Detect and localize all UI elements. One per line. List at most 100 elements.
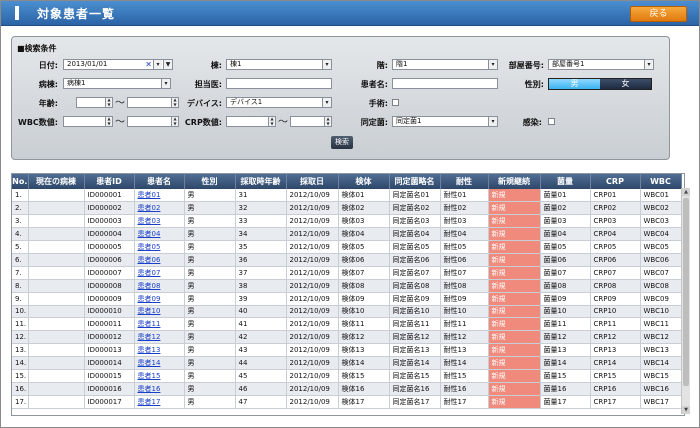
sex-female-option[interactable]: 女 (600, 79, 651, 89)
col-patient-name-cell[interactable]: 患者06 (134, 253, 185, 267)
col-crp-header: CRP (590, 174, 641, 189)
table-row[interactable]: 10. ID000010 患者10 男 40 2012/10/09 検体10 同定菌名10 耐性… (12, 305, 682, 319)
table-row[interactable]: 9. ID000009 患者09 男 39 2012/10/09 検体09 同定菌名09 耐性0… (12, 292, 682, 306)
col-patient-name-cell[interactable]: 患者01 (134, 189, 185, 203)
table-row[interactable]: 16. ID000016 患者16 男 46 2012/10/09 検体16 同定菌名16 耐性… (12, 382, 682, 396)
doctor-input[interactable] (226, 78, 332, 89)
col-bacteria-amount-cell: 菌量14 (540, 356, 591, 370)
crp-to-input[interactable]: ▲ ▼ (290, 116, 332, 127)
wbc-from-spinner-icon[interactable]: ▲ ▼ (105, 117, 112, 126)
scroll-down-icon[interactable]: ▼ (682, 406, 690, 414)
col-sex-cell: 男 (184, 330, 236, 345)
table-row[interactable]: 8. ID000008 患者08 男 38 2012/10/09 検体08 同定菌名08 耐性0… (12, 279, 682, 293)
col-patient-name-cell[interactable]: 患者13 (134, 343, 185, 358)
room-select[interactable]: 部屋番号1 ▾ (548, 59, 654, 70)
col-age-cell: 47 (235, 395, 287, 409)
table-row[interactable]: 5. ID000005 患者05 男 35 2012/10/09 検体05 同定菌名05 耐性0… (12, 240, 682, 254)
col-patient-name-cell[interactable]: 患者10 (134, 305, 185, 319)
table-row[interactable]: 6. ID000006 患者06 男 36 2012/10/09 検体06 同定菌名06 耐性0… (12, 253, 682, 267)
col-patient-name-cell[interactable]: 患者03 (134, 214, 185, 229)
col-bacteria-cell: 同定菌名01 (389, 189, 441, 203)
col-patient-name-cell[interactable]: 患者04 (134, 227, 185, 242)
col-age-header: 採取時年齢 (235, 174, 287, 189)
table-scrollbar[interactable]: ▲ ▼ (681, 188, 690, 414)
table-row[interactable]: 15. ID000015 患者15 男 45 2012/10/09 検体15 同定菌名15 耐性… (12, 369, 682, 383)
col-current-ward-cell (28, 330, 85, 345)
col-new-continued-cell: 新規 (488, 382, 541, 396)
app-window: 対象患者一覧 戻る ■検索条件 日付: 2013/01/01 ✕ ▾ ▼ 棟: … (0, 0, 700, 428)
col-patient-name-cell[interactable]: 患者09 (134, 292, 185, 306)
scrollbar-thumb[interactable] (683, 198, 689, 386)
infection-checkbox[interactable] (548, 118, 555, 125)
col-patient-id-cell: ID000008 (84, 279, 135, 293)
col-current-ward-cell (28, 253, 85, 267)
ward-select[interactable]: 棟1 ▾ (226, 59, 332, 70)
back-button[interactable]: 戻る (630, 6, 687, 22)
col-specimen-header: 検体 (338, 174, 390, 189)
col-bacteria-amount-cell: 菌量07 (540, 266, 591, 280)
table-row[interactable]: 14. ID000014 患者14 男 44 2012/10/09 検体14 同定菌名14 耐性… (12, 356, 682, 370)
date-field[interactable]: 2013/01/01 ✕ ▾ ▼ (63, 59, 173, 70)
sex-male-option[interactable]: 男 (549, 79, 600, 89)
table-header-row: No. 現在の病棟 患者ID 患者名 性別 採取時年齢 採取日 検体 同定菌略名 耐性 新規継続 菌量… (12, 174, 682, 189)
col-sex-cell: 男 (184, 369, 236, 383)
col-wbc-cell: WBC09 (640, 292, 682, 306)
age-from-input[interactable]: ▲ ▼ (76, 97, 113, 108)
ward-disease-select[interactable]: 病棟1 ▾ (63, 78, 171, 89)
col-no-cell: 15. (12, 369, 29, 383)
col-patient-name-cell[interactable]: 患者11 (134, 317, 185, 332)
col-no-cell: 10. (12, 305, 29, 319)
col-patient-name-cell[interactable]: 患者07 (134, 266, 185, 280)
calendar-dropdown-icon[interactable]: ▾ (153, 60, 162, 69)
ward-label: 棟: (210, 61, 222, 70)
col-patient-id-cell: ID000009 (84, 292, 135, 306)
col-patient-id-cell: ID000007 (84, 266, 135, 280)
col-specimen-cell: 検体09 (338, 292, 390, 306)
col-patient-name-cell[interactable]: 患者15 (134, 369, 185, 383)
col-specimen-cell: 検体01 (338, 189, 390, 203)
col-patient-name-cell[interactable]: 患者12 (134, 330, 185, 345)
col-patient-name-cell[interactable]: 患者16 (134, 382, 185, 396)
col-no-cell: 14. (12, 356, 29, 370)
device-select[interactable]: デバイス1 ▾ (226, 97, 332, 108)
table-row[interactable]: 2. ID000002 患者02 男 32 2012/10/09 検体02 同定菌名02 耐性0… (12, 201, 682, 216)
col-bacteria-cell: 同定菌名14 (389, 356, 441, 370)
search-panel: ■検索条件 日付: 2013/01/01 ✕ ▾ ▼ 棟: 棟1 ▾ 階: 階1… (11, 36, 670, 160)
col-patient-name-cell[interactable]: 患者14 (134, 356, 185, 370)
col-patient-id-cell: ID000015 (84, 369, 135, 383)
search-button[interactable]: 検索 (331, 136, 353, 149)
table-row[interactable]: 4. ID000004 患者04 男 34 2012/10/09 検体04 同定菌名04 耐性0… (12, 227, 682, 242)
room-dropdown-icon[interactable]: ▾ (644, 60, 653, 69)
col-patient-name-cell[interactable]: 患者08 (134, 279, 185, 293)
col-crp-cell: CRP14 (590, 356, 641, 370)
crp-from-input[interactable]: ▲ ▼ (226, 116, 276, 127)
patient-name-input[interactable] (392, 78, 498, 89)
col-specimen-cell: 検体13 (338, 343, 390, 358)
table-row[interactable]: 11. ID000011 患者11 男 41 2012/10/09 検体11 同定菌名11 耐性… (12, 317, 682, 332)
scroll-up-icon[interactable]: ▲ (682, 188, 690, 196)
surgery-checkbox[interactable] (392, 99, 399, 106)
floor-select[interactable]: 階1 ▾ (392, 59, 498, 70)
age-from-spinner-icon[interactable]: ▲ ▼ (105, 98, 112, 107)
col-wbc-cell: WBC08 (640, 279, 682, 293)
table-row[interactable]: 3. ID000003 患者03 男 33 2012/10/09 検体03 同定菌名03 耐性0… (12, 214, 682, 229)
table-row[interactable]: 12. ID000012 患者12 男 42 2012/10/09 検体12 同定菌名12 耐性… (12, 330, 682, 345)
clear-icon[interactable]: ✕ (145, 60, 152, 69)
table-row[interactable]: 7. ID000007 患者07 男 37 2012/10/09 検体07 同定菌名07 耐性0… (12, 266, 682, 280)
wbc-from-input[interactable]: ▲ ▼ (63, 116, 113, 127)
col-patient-name-cell[interactable]: 患者02 (134, 201, 185, 216)
col-wbc-cell: WBC03 (640, 214, 682, 229)
same-bacteria-label: 同定菌: (360, 118, 388, 127)
col-patient-name-cell[interactable]: 患者17 (134, 395, 185, 409)
col-sex-cell: 男 (184, 305, 236, 319)
col-patient-id-cell: ID000002 (84, 201, 135, 216)
table-row[interactable]: 1. ID000001 患者01 男 31 2012/10/09 検体01 同定菌名01 耐性0… (12, 189, 682, 203)
crp-from-spinner-icon[interactable]: ▲ ▼ (268, 117, 275, 126)
page-title: 対象患者一覧 (37, 7, 116, 21)
col-sex-cell: 男 (184, 356, 236, 370)
col-patient-name-cell[interactable]: 患者05 (134, 240, 185, 254)
table-row[interactable]: 13. ID000013 患者13 男 43 2012/10/09 検体13 同定菌名13 耐性… (12, 343, 682, 358)
table-row[interactable]: 17. ID000017 患者17 男 47 2012/10/09 検体17 同定菌名17 耐性… (12, 395, 682, 409)
col-new-continued-cell: 新規 (488, 227, 541, 242)
col-date-cell: 2012/10/09 (286, 214, 339, 229)
